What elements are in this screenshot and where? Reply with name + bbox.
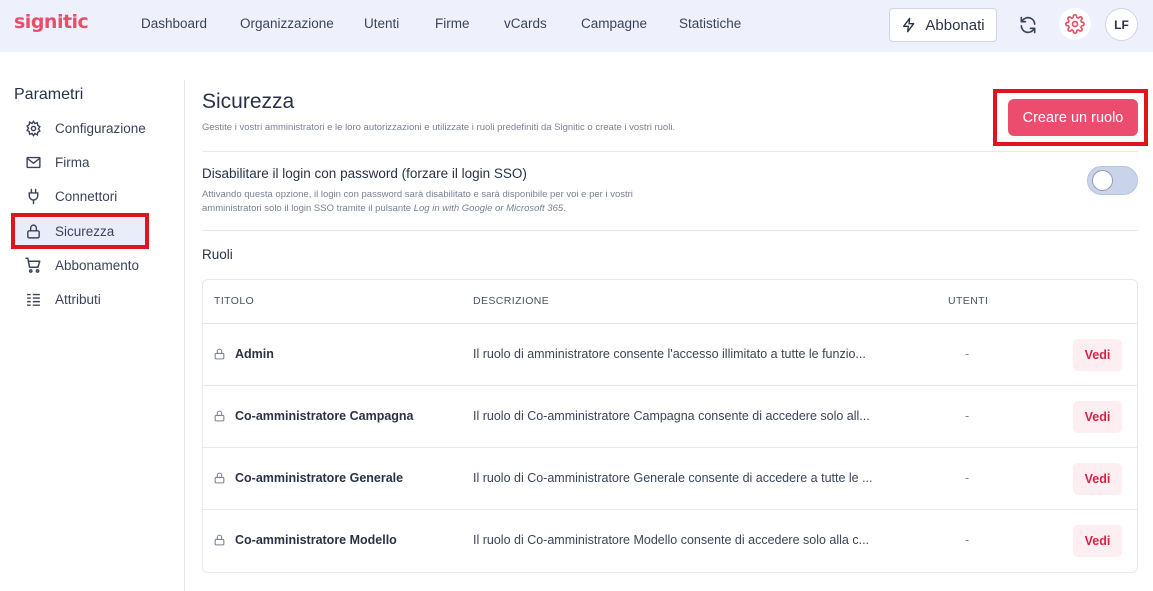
top-navbar: signitic Dashboard Organizzazione Utenti… <box>0 0 1153 52</box>
role-users: - <box>965 533 970 547</box>
toggle-knob <box>1092 170 1113 191</box>
refresh-button[interactable] <box>1014 11 1042 39</box>
role-title: Co-amministratore Modello <box>235 533 397 547</box>
gear-icon <box>1065 14 1085 34</box>
nav-campagne[interactable]: Campagne <box>581 16 647 31</box>
lock-icon <box>24 222 42 240</box>
role-description: Il ruolo di amministratore consente l'ac… <box>473 347 866 361</box>
mail-icon <box>24 153 42 171</box>
sidebar-item-attributi[interactable]: Attributi <box>14 284 146 314</box>
page-subtitle: Gestite i vostri amministratori e le lor… <box>202 122 676 133</box>
column-header-utenti: UTENTI <box>948 295 989 307</box>
view-role-button[interactable]: Vedi <box>1073 525 1122 557</box>
view-role-button[interactable]: Vedi <box>1073 463 1122 495</box>
signitic-logo[interactable]: signitic <box>14 11 89 33</box>
sidebar-divider <box>184 80 185 591</box>
refresh-icon <box>1020 16 1036 34</box>
lock-icon <box>214 348 225 360</box>
list-icon <box>24 290 42 308</box>
sso-toggle[interactable] <box>1087 166 1138 195</box>
sidebar-item-configurazione[interactable]: Configurazione <box>14 113 146 143</box>
column-header-descrizione: DESCRIZIONE <box>473 295 550 307</box>
role-description: Il ruolo di Co-amministratore Generale c… <box>473 471 873 485</box>
user-avatar[interactable]: LF <box>1105 8 1138 41</box>
lock-icon <box>214 472 225 484</box>
lightning-icon <box>903 17 915 33</box>
sidebar-item-label: Firma <box>55 154 90 170</box>
divider <box>202 151 1138 152</box>
nav-firme[interactable]: Firme <box>435 16 470 31</box>
nav-utenti[interactable]: Utenti <box>364 16 399 31</box>
plug-icon <box>24 187 42 205</box>
cart-icon <box>24 256 42 274</box>
sidebar-item-sicurezza[interactable]: Sicurezza <box>11 213 149 249</box>
role-description: Il ruolo di Co-amministratore Modello co… <box>473 533 870 547</box>
role-title: Admin <box>235 347 274 361</box>
sidebar-item-connettori[interactable]: Connettori <box>14 181 146 211</box>
create-role-button[interactable]: Creare un ruolo <box>1008 99 1138 136</box>
page-title: Sicurezza <box>202 90 295 113</box>
sidebar-item-label: Connettori <box>55 188 118 204</box>
nav-vcards[interactable]: vCards <box>504 16 547 31</box>
role-users: - <box>965 471 970 485</box>
table-row: Co-amministratore Modello Il ruolo di Co… <box>203 510 1137 572</box>
table-row: Admin Il ruolo di amministratore consent… <box>203 324 1137 386</box>
roles-section-label: Ruoli <box>202 247 233 262</box>
sidebar-item-label: Attributi <box>55 291 101 307</box>
settings-button[interactable] <box>1059 8 1091 40</box>
role-title: Co-amministratore Generale <box>235 471 404 485</box>
column-header-titolo: TITOLO <box>214 295 255 307</box>
roles-table: TITOLO DESCRIZIONE UTENTI Admin Il ruolo… <box>202 279 1138 573</box>
gear-icon <box>24 119 42 137</box>
sso-setting-description: Attivando questa opzione, il login con p… <box>202 189 633 214</box>
sidebar-item-label: Sicurezza <box>55 223 115 239</box>
subscribe-label: Abbonati <box>925 16 985 34</box>
role-title: Co-amministratore Campagna <box>235 409 414 423</box>
sidebar-item-label: Abbonamento <box>55 257 140 273</box>
lock-icon <box>214 410 225 422</box>
divider <box>202 230 1138 231</box>
sso-setting-title: Disabilitare il login con password (forz… <box>202 166 527 181</box>
sidebar-title: Parametri <box>14 86 84 103</box>
table-row: Co-amministratore Campagna Il ruolo di C… <box>203 386 1137 448</box>
subscribe-button[interactable]: Abbonati <box>889 8 997 42</box>
lock-icon <box>214 534 225 546</box>
sidebar-item-label: Configurazione <box>55 120 146 136</box>
table-row: Co-amministratore Generale Il ruolo di C… <box>203 448 1137 510</box>
sidebar-item-abbonamento[interactable]: Abbonamento <box>14 250 146 280</box>
sidebar-item-firma[interactable]: Firma <box>14 147 146 177</box>
nav-dashboard[interactable]: Dashboard <box>141 16 207 31</box>
nav-organizzazione[interactable]: Organizzazione <box>240 16 334 31</box>
role-users: - <box>965 347 970 361</box>
role-users: - <box>965 409 970 423</box>
view-role-button[interactable]: Vedi <box>1073 401 1122 433</box>
view-role-button[interactable]: Vedi <box>1073 339 1122 371</box>
nav-statistiche[interactable]: Statistiche <box>679 16 741 31</box>
role-description: Il ruolo di Co-amministratore Campagna c… <box>473 409 870 423</box>
